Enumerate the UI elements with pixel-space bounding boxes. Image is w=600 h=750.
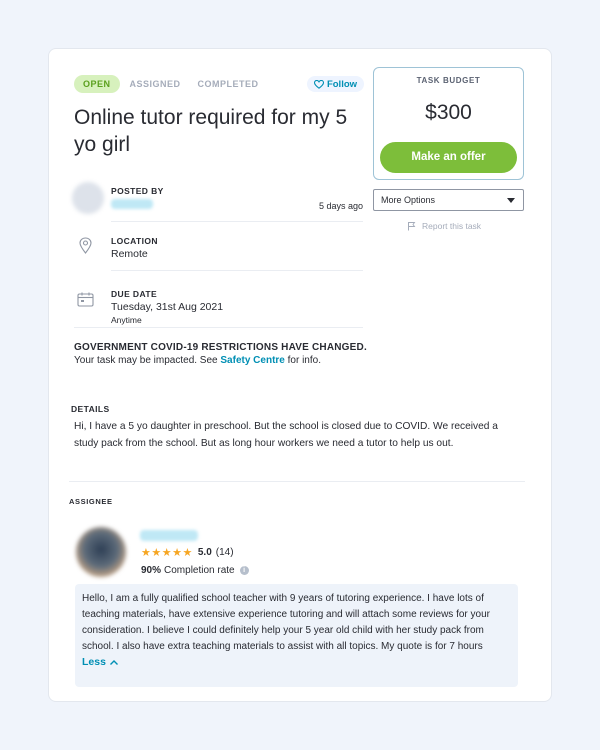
less-label: Less [82, 656, 106, 668]
assignee-label: ASSIGNEE [69, 497, 113, 506]
caret-down-icon [507, 197, 515, 203]
details-text: Hi, I have a 5 yo daughter in preschool.… [74, 421, 498, 449]
star-icon: ★ [141, 547, 151, 559]
budget-amount: $300 [425, 101, 472, 124]
more-options-select[interactable]: More Options [373, 189, 524, 211]
due-time-value: Anytime [111, 315, 142, 325]
star-icon: ★ [172, 547, 182, 559]
star-icon: ★ [161, 547, 172, 559]
task-status-steps: OPEN ASSIGNED COMPLETED [74, 75, 259, 93]
posted-by-label: POSTED BY [111, 186, 164, 196]
details-label: DETAILS [71, 404, 110, 414]
less-toggle[interactable]: Less [82, 656, 511, 668]
assignee-name-link[interactable] [140, 530, 198, 541]
covid-notice-text: Your task may be impacted. See Safety Ce… [74, 355, 321, 366]
due-date-label: DUE DATE [111, 289, 158, 299]
make-offer-button[interactable]: Make an offer [380, 142, 517, 173]
poster-name-link[interactable] [111, 199, 153, 209]
star-icon: ★ [151, 547, 162, 559]
calendar-icon [77, 292, 94, 307]
more-options-label: More Options [381, 195, 436, 205]
assignee-bio: Hello, I am a fully qualified school tea… [75, 584, 518, 687]
completion-label: Completion rate [164, 565, 235, 576]
task-title: Online tutor required for my 5 yo girl [74, 106, 348, 156]
follow-label: Follow [326, 78, 358, 90]
divider [74, 327, 363, 328]
location-pin-icon [79, 237, 92, 254]
posted-time: 5 days ago [318, 201, 363, 211]
bio-text: Hello, I am a fully qualified school tea… [82, 593, 490, 652]
budget-label: TASK BUDGET [416, 76, 481, 85]
divider [69, 481, 525, 482]
star-icon: ★ [182, 547, 193, 559]
heart-outline-icon [313, 79, 324, 89]
assignee-avatar[interactable] [76, 527, 126, 577]
report-task-link[interactable]: Report this task [407, 221, 481, 231]
chevron-up-icon [109, 659, 118, 665]
covid-notice-title: GOVERNMENT COVID-19 RESTRICTIONS HAVE CH… [74, 342, 367, 353]
flag-icon [408, 222, 416, 231]
covid-text-after: for info. [284, 355, 321, 366]
completion-percent: 90% [141, 565, 162, 576]
assignee-rating: ★ ★ ★ ★ ★ 5.0 (14) [141, 546, 234, 559]
follow-button[interactable]: Follow [307, 76, 364, 92]
review-count: (14) [215, 547, 234, 558]
completion-rate: 90% Completion rate i [141, 565, 249, 576]
covid-text-before: Your task may be impacted. See [74, 355, 221, 366]
status-open-pill: OPEN [74, 75, 120, 93]
location-value: Remote [111, 248, 148, 260]
status-assigned: ASSIGNED [129, 79, 181, 89]
divider [111, 270, 363, 271]
location-label: LOCATION [111, 236, 158, 246]
due-date-value: Tuesday, 31st Aug 2021 [111, 301, 224, 313]
poster-avatar[interactable] [72, 182, 104, 214]
safety-centre-link[interactable]: Safety Centre [220, 355, 284, 366]
rating-value: 5.0 [197, 547, 212, 558]
status-completed: COMPLETED [197, 79, 259, 89]
task-budget-panel: TASK BUDGET $300 Make an offer [373, 67, 524, 180]
info-icon[interactable]: i [239, 566, 249, 575]
divider [111, 221, 363, 222]
report-label: Report this task [422, 221, 482, 231]
